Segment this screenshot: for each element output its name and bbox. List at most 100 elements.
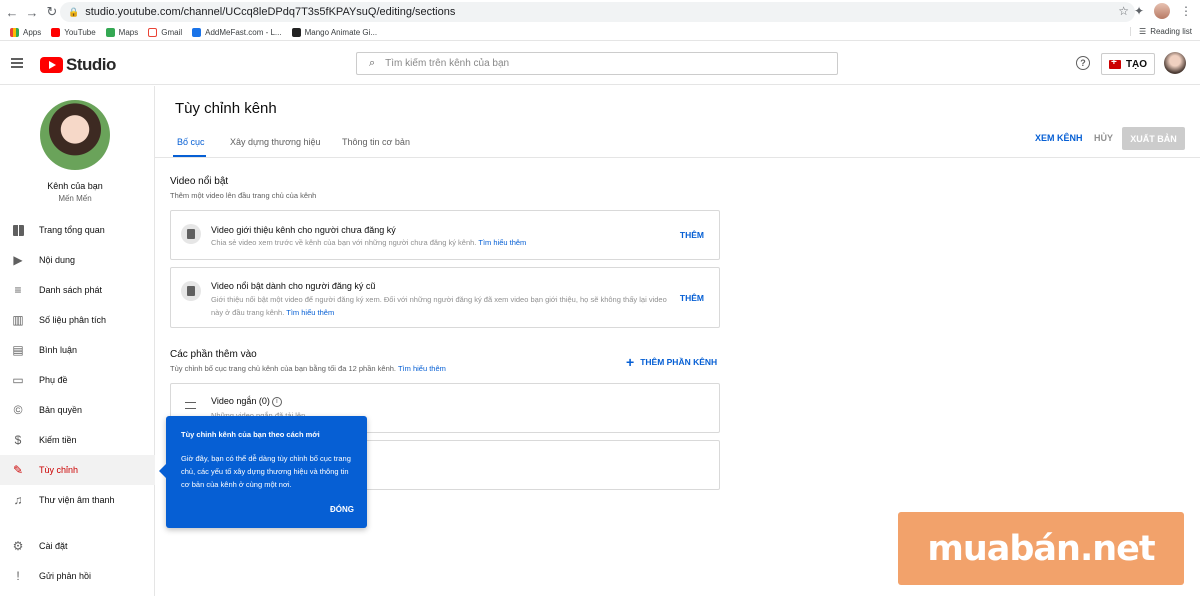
studio-logo[interactable]: Studio bbox=[40, 55, 116, 75]
sidebar-item-settings[interactable]: ⚙ Cài đặt bbox=[0, 531, 155, 561]
learn-more-link[interactable]: Tìm hiểu thêm bbox=[478, 238, 526, 247]
bookmark-youtube[interactable]: YouTube bbox=[51, 27, 96, 37]
bookmark-label: YouTube bbox=[64, 27, 96, 37]
add-section-label: THÊM PHẦN KÊNH bbox=[640, 357, 718, 367]
monetization-icon: $ bbox=[14, 433, 22, 447]
learn-more-link[interactable]: Tìm hiểu thêm bbox=[398, 364, 446, 373]
sidebar-item-dashboard[interactable]: Trang tổng quan bbox=[0, 215, 155, 245]
sidebar-item-label: Danh sách phát bbox=[39, 285, 103, 295]
customization-icon: ✎ bbox=[12, 463, 24, 477]
sidebar-item-audio-library[interactable]: ♫ Thư viện âm thanh bbox=[0, 485, 155, 515]
playlist-icon: ≡ bbox=[14, 283, 22, 297]
content-icon: ▶ bbox=[13, 253, 23, 267]
sidebar-item-label: Tùy chỉnh bbox=[39, 465, 79, 475]
sidebar-item-playlists[interactable]: ≡ Danh sách phát bbox=[0, 275, 155, 305]
address-bar[interactable]: 🔒 studio.youtube.com/channel/UCcq8leDPdq… bbox=[60, 2, 1135, 22]
account-avatar[interactable] bbox=[1164, 52, 1186, 74]
tooltip-body: Giờ đây, bạn có thể dễ dàng tùy chỉnh bố… bbox=[181, 454, 351, 489]
add-trailer-button[interactable]: THÊM bbox=[680, 230, 704, 240]
reload-icon[interactable]: ↻ bbox=[42, 2, 62, 22]
sidebar-item-customization[interactable]: ✎ Tùy chỉnh bbox=[0, 455, 155, 485]
tab-basic-info[interactable]: Thông tin cơ bản bbox=[342, 137, 410, 147]
bookmark-maps[interactable]: Maps bbox=[105, 27, 138, 37]
card-title: Video giới thiệu kênh cho người chưa đăn… bbox=[211, 225, 396, 235]
reading-list-icon: ☰ bbox=[1139, 27, 1147, 36]
film-icon bbox=[181, 224, 201, 244]
create-button[interactable]: TẠO bbox=[1101, 53, 1155, 75]
create-label: TẠO bbox=[1125, 58, 1148, 70]
publish-button[interactable]: XUẤT BẢN bbox=[1122, 127, 1185, 150]
bookmark-addmefast[interactable]: AddMeFast.com - L... bbox=[192, 27, 282, 37]
sidebar-item-content[interactable]: ▶ Nội dung bbox=[0, 245, 155, 275]
channel-avatar[interactable] bbox=[40, 100, 110, 170]
cancel-button[interactable]: HỦY bbox=[1094, 133, 1113, 143]
tab-branding[interactable]: Xây dựng thương hiệu bbox=[230, 137, 321, 147]
mango-icon bbox=[291, 27, 301, 37]
add-section-button[interactable]: + THÊM PHẦN KÊNH bbox=[626, 354, 718, 370]
bookmark-apps[interactable]: Apps bbox=[10, 27, 42, 37]
sidebar-item-label: Bản quyền bbox=[39, 405, 83, 415]
url-text[interactable]: studio.youtube.com/channel/UCcq8leDPdq7T… bbox=[85, 6, 455, 18]
info-icon[interactable]: i bbox=[271, 396, 282, 407]
card-desc: Chia sẻ video xem trước về kênh của bạn … bbox=[211, 236, 671, 249]
youtube-play-icon bbox=[40, 57, 63, 73]
sidebar-item-label: Gửi phản hồi bbox=[39, 571, 92, 581]
shorts-title: Video ngắn (0) bbox=[211, 396, 270, 406]
tabs-divider bbox=[155, 157, 1200, 158]
reading-list[interactable]: ☰ Reading list bbox=[1130, 27, 1192, 36]
tooltip-close-button[interactable]: ĐÓNG bbox=[330, 505, 354, 514]
star-icon[interactable]: ☆ bbox=[1118, 4, 1129, 18]
studio-header: Studio ⌕ Tìm kiếm trên kênh của bạn ? TẠ… bbox=[0, 42, 1200, 85]
card-desc-text: Chia sẻ video xem trước về kênh của bạn … bbox=[211, 238, 477, 247]
sidebar-item-subtitles[interactable]: ▭ Phụ đề bbox=[0, 365, 155, 395]
bookmark-label: Mango Animate Gi... bbox=[304, 27, 378, 37]
back-icon[interactable]: ← bbox=[2, 2, 22, 22]
learn-more-link[interactable]: Tìm hiểu thêm bbox=[286, 308, 334, 317]
sections-desc-text: Tùy chỉnh bố cục trang chủ kênh của bạn … bbox=[170, 364, 396, 373]
sidebar-item-feedback[interactable]: ! Gửi phản hồi bbox=[0, 561, 155, 591]
sidebar-item-monetization[interactable]: $ Kiếm tiền bbox=[0, 425, 155, 455]
sidebar-item-analytics[interactable]: ▥ Số liệu phân tích bbox=[0, 305, 155, 335]
analytics-icon: ▥ bbox=[12, 313, 24, 327]
copyright-icon: © bbox=[13, 403, 23, 417]
card-desc-text: Giới thiệu nổi bật một video để người đă… bbox=[211, 295, 667, 317]
create-video-icon bbox=[1108, 57, 1121, 69]
bookmark-gmail[interactable]: Gmail bbox=[148, 27, 182, 37]
comments-icon: ▤ bbox=[12, 343, 24, 357]
channel-trailer-card: Video giới thiệu kênh cho người chưa đăn… bbox=[170, 210, 720, 260]
sidebar-item-copyright[interactable]: © Bản quyền bbox=[0, 395, 155, 425]
extensions-icon[interactable]: ✦ bbox=[1134, 4, 1144, 18]
featured-video-title: Video nổi bật bbox=[170, 176, 229, 187]
menu-icon[interactable]: ⋮ bbox=[1180, 4, 1192, 18]
add-featured-button[interactable]: THÊM bbox=[680, 293, 704, 303]
sidebar-item-comments[interactable]: ▤ Bình luận bbox=[0, 335, 155, 365]
profile-avatar[interactable] bbox=[1154, 3, 1170, 19]
view-channel-button[interactable]: XEM KÊNH bbox=[1035, 133, 1083, 143]
search-input[interactable]: ⌕ Tìm kiếm trên kênh của bạn bbox=[356, 52, 838, 75]
bookmark-label: Apps bbox=[23, 27, 42, 37]
sidebar-item-label: Kiếm tiền bbox=[39, 435, 77, 445]
sections-desc: Tùy chỉnh bố cục trang chủ kênh của bạn … bbox=[170, 364, 446, 373]
sidebar-item-label: Trang tổng quan bbox=[39, 225, 105, 235]
hamburger-menu-icon[interactable] bbox=[11, 58, 23, 68]
addmefast-icon bbox=[192, 27, 202, 37]
help-icon[interactable]: ? bbox=[1076, 56, 1090, 70]
sidebar-item-label: Nội dung bbox=[39, 255, 76, 265]
logo-text: Studio bbox=[66, 55, 116, 74]
settings-icon: ⚙ bbox=[12, 539, 24, 553]
plus-icon: + bbox=[626, 354, 635, 370]
audio-library-icon: ♫ bbox=[13, 493, 23, 507]
sidebar-item-label: Bình luận bbox=[39, 345, 78, 355]
tab-layout[interactable]: Bố cục bbox=[177, 137, 205, 147]
customization-tooltip: Tùy chỉnh kênh của bạn theo cách mới Giờ… bbox=[159, 416, 367, 528]
forward-icon[interactable]: → bbox=[22, 2, 42, 22]
feedback-icon: ! bbox=[16, 569, 20, 583]
drag-handle-icon[interactable] bbox=[185, 402, 196, 409]
dashboard-icon bbox=[11, 224, 25, 236]
apps-icon bbox=[10, 27, 19, 37]
card-title: Video ngắn (0) i bbox=[211, 396, 282, 407]
maps-icon bbox=[105, 27, 115, 37]
sections-title: Các phần thêm vào bbox=[170, 349, 257, 360]
bookmark-mango[interactable]: Mango Animate Gi... bbox=[291, 27, 378, 37]
channel-name: Mến Mến bbox=[58, 194, 92, 203]
